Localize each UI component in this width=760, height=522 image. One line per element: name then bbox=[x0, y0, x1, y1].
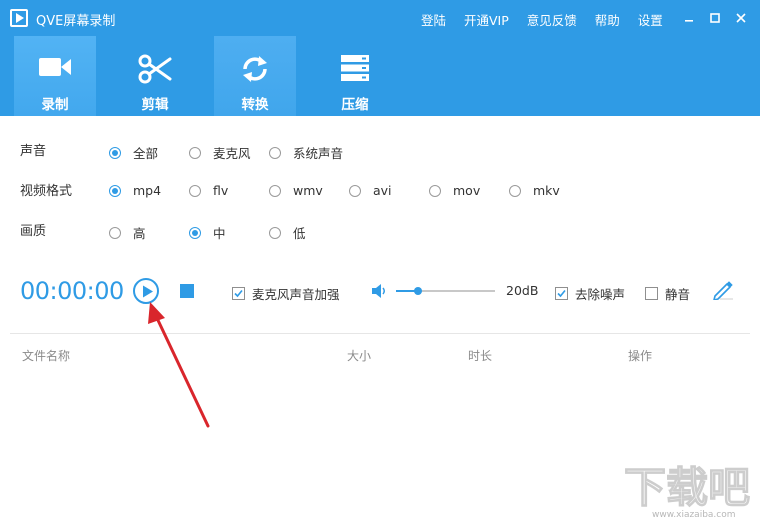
pencil-icon[interactable] bbox=[712, 280, 734, 304]
column-size[interactable]: 大小 bbox=[347, 347, 371, 364]
minimize-icon bbox=[685, 20, 693, 22]
radio-circle bbox=[109, 184, 121, 197]
volume-icon[interactable] bbox=[371, 283, 387, 303]
refresh-icon bbox=[214, 54, 296, 84]
volume-db-value: 20dB bbox=[506, 283, 539, 298]
tab-edit-label: 剪辑 bbox=[141, 97, 169, 113]
format-radio-mp4[interactable]: mp4 bbox=[109, 183, 161, 198]
radio-circle bbox=[189, 226, 201, 239]
settings-link[interactable]: 设置 bbox=[638, 13, 663, 28]
minimize-button[interactable] bbox=[676, 6, 702, 30]
volume-slider[interactable] bbox=[396, 287, 495, 295]
format-radio-avi[interactable]: avi bbox=[349, 183, 392, 198]
close-icon bbox=[736, 13, 746, 23]
radio-circle bbox=[269, 226, 281, 239]
radio-circle bbox=[349, 184, 361, 197]
main-tab-bar: 录制 剪辑 转换 压缩 bbox=[0, 36, 760, 116]
radio-circle bbox=[189, 146, 201, 159]
format-option-mp4: mp4 bbox=[133, 183, 162, 198]
denoise-checkbox[interactable]: 去除噪声 bbox=[555, 284, 625, 303]
checkbox-box bbox=[555, 287, 568, 300]
quality-option-high: 高 bbox=[133, 226, 146, 241]
column-actions[interactable]: 操作 bbox=[628, 347, 652, 364]
quality-label: 画质 bbox=[20, 224, 47, 239]
column-filename[interactable]: 文件名称 bbox=[22, 347, 70, 364]
quality-radio-medium[interactable]: 中 bbox=[189, 223, 226, 242]
audio-radio-system[interactable]: 系统声音 bbox=[269, 143, 343, 162]
format-radio-flv[interactable]: flv bbox=[189, 183, 228, 198]
quality-radio-low[interactable]: 低 bbox=[269, 223, 306, 242]
login-link[interactable]: 登陆 bbox=[421, 13, 446, 28]
format-option-flv: flv bbox=[213, 183, 229, 198]
audio-option-system: 系统声音 bbox=[293, 146, 344, 161]
audio-label: 声音 bbox=[20, 144, 47, 159]
tab-compress[interactable]: 压缩 bbox=[314, 36, 396, 116]
mute-label: 静音 bbox=[665, 287, 691, 302]
mic-boost-checkbox[interactable]: 麦克风声音加强 bbox=[232, 284, 340, 303]
denoise-label: 去除噪声 bbox=[575, 287, 626, 302]
server-stack-icon bbox=[314, 54, 396, 84]
tab-compress-label: 压缩 bbox=[341, 97, 369, 113]
title-bar[interactable]: QVE屏幕录制 登陆 开通VIP 意见反馈 帮助 设置 bbox=[0, 0, 760, 36]
radio-circle bbox=[269, 146, 281, 159]
help-link[interactable]: 帮助 bbox=[595, 13, 620, 28]
radio-circle bbox=[109, 146, 121, 159]
tab-convert[interactable]: 转换 bbox=[214, 36, 296, 116]
format-radio-mkv[interactable]: mkv bbox=[509, 183, 560, 198]
format-label: 视频格式 bbox=[20, 184, 73, 199]
audio-option-mic: 麦克风 bbox=[213, 146, 251, 161]
tab-convert-label: 转换 bbox=[241, 97, 269, 113]
top-links: 登陆 开通VIP 意见反馈 帮助 设置 bbox=[421, 10, 663, 29]
vip-link[interactable]: 开通VIP bbox=[464, 13, 509, 28]
tab-record-label: 录制 bbox=[41, 97, 69, 113]
quality-radio-high[interactable]: 高 bbox=[109, 223, 146, 242]
watermark-url: www.xiazaiba.com bbox=[652, 510, 736, 518]
checkbox-box bbox=[232, 287, 245, 300]
mute-checkbox[interactable]: 静音 bbox=[645, 284, 690, 303]
radio-circle bbox=[429, 184, 441, 197]
radio-circle bbox=[269, 184, 281, 197]
feedback-link[interactable]: 意见反馈 bbox=[527, 13, 577, 28]
format-option-mkv: mkv bbox=[533, 183, 560, 198]
annotation-arrow-icon bbox=[148, 302, 210, 428]
format-option-avi: avi bbox=[373, 183, 392, 198]
app-title: QVE屏幕录制 bbox=[36, 14, 116, 29]
quality-option-low: 低 bbox=[293, 226, 306, 241]
column-duration[interactable]: 时长 bbox=[468, 347, 492, 364]
watermark-logo: 下载吧 www.xiazaiba.com bbox=[622, 458, 756, 522]
tab-edit[interactable]: 剪辑 bbox=[114, 36, 196, 116]
watermark-text: 下载吧 bbox=[624, 463, 750, 512]
quality-option-medium: 中 bbox=[213, 226, 226, 241]
format-radio-mov[interactable]: mov bbox=[429, 183, 480, 198]
format-radio-wmv[interactable]: wmv bbox=[269, 183, 323, 198]
format-option-mov: mov bbox=[453, 183, 481, 198]
format-option-wmv: wmv bbox=[293, 183, 323, 198]
radio-circle bbox=[189, 184, 201, 197]
list-divider bbox=[10, 333, 750, 334]
audio-radio-all[interactable]: 全部 bbox=[109, 143, 158, 162]
video-camera-icon bbox=[14, 54, 96, 84]
window-controls bbox=[676, 6, 754, 30]
app-logo-icon bbox=[10, 9, 28, 27]
radio-circle bbox=[509, 184, 521, 197]
app-window: QVE屏幕录制 登陆 开通VIP 意见反馈 帮助 设置 录制 剪辑 转换 压缩 … bbox=[0, 0, 760, 520]
close-button[interactable] bbox=[728, 6, 754, 30]
volume-slider-thumb[interactable] bbox=[413, 287, 422, 295]
checkmark-icon bbox=[557, 289, 566, 298]
maximize-button[interactable] bbox=[702, 6, 728, 30]
maximize-icon bbox=[710, 13, 720, 23]
checkmark-icon bbox=[234, 289, 243, 298]
checkbox-box bbox=[645, 287, 658, 300]
mic-boost-label: 麦克风声音加强 bbox=[252, 287, 340, 302]
audio-option-all: 全部 bbox=[133, 146, 159, 161]
tab-record[interactable]: 录制 bbox=[14, 36, 96, 116]
recording-timer: 00:00:00 bbox=[20, 277, 124, 305]
audio-radio-mic[interactable]: 麦克风 bbox=[189, 143, 251, 162]
radio-circle bbox=[109, 226, 121, 239]
scissors-icon bbox=[114, 54, 196, 84]
